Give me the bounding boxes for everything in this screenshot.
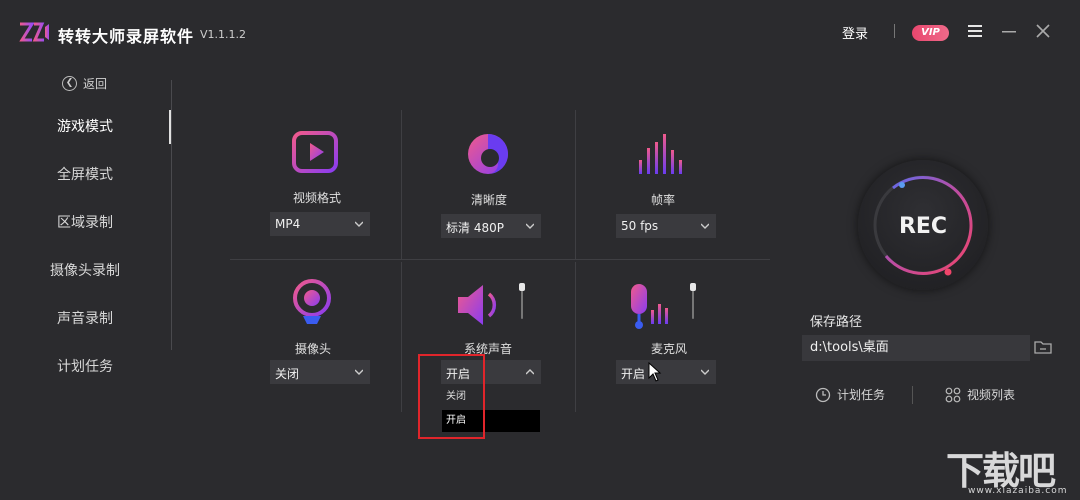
system-sound-volume-slider[interactable] bbox=[519, 283, 525, 319]
chevron-up-icon bbox=[526, 369, 534, 375]
back-button[interactable]: ❮ 返回 bbox=[62, 75, 107, 92]
grid-icon bbox=[945, 387, 961, 402]
system-sound-label: 系统声音 bbox=[463, 342, 512, 356]
clarity-select[interactable]: 标清 480P bbox=[441, 214, 541, 238]
microphone-label: 麦克风 bbox=[650, 342, 687, 356]
grid-divider bbox=[401, 110, 402, 260]
sidebar-item-area-record[interactable]: 区域录制 bbox=[0, 212, 170, 232]
watermark-url: www.xiazaiba.com bbox=[968, 486, 1068, 496]
bars-icon bbox=[639, 134, 682, 174]
save-path-field[interactable]: d:\tools\桌面 bbox=[802, 335, 1030, 361]
camera-value: 关闭 bbox=[275, 367, 300, 381]
video-format-label: 视频格式 bbox=[292, 191, 341, 205]
microphone-select[interactable]: 开启 bbox=[616, 360, 716, 384]
titlebar-divider bbox=[894, 24, 895, 38]
frame-rate-value: 50 fps bbox=[621, 219, 659, 233]
camera-select[interactable]: 关闭 bbox=[270, 360, 370, 384]
chevron-down-icon bbox=[526, 223, 534, 229]
webcam-icon bbox=[293, 279, 331, 324]
speaker-icon bbox=[458, 285, 497, 325]
video-list-label: 视频列表 bbox=[967, 388, 1016, 402]
title-bar: 转转大师录屏软件 V1.1.1.2 登录 VIP bbox=[0, 0, 1080, 64]
grid-divider bbox=[575, 262, 576, 412]
dropdown-option-on[interactable]: 开启 bbox=[442, 410, 540, 432]
microphone-icon bbox=[631, 284, 668, 329]
chevron-down-icon bbox=[355, 369, 363, 375]
microphone-volume-slider[interactable] bbox=[690, 283, 696, 319]
frame-rate-select[interactable]: 50 fps bbox=[616, 214, 716, 238]
sidebar-item-game-mode[interactable]: 游戏模式 bbox=[0, 116, 170, 136]
app-version: V1.1.1.2 bbox=[200, 28, 247, 41]
video-list-button[interactable]: 视频列表 bbox=[945, 386, 1015, 403]
grid-divider bbox=[230, 259, 770, 260]
chevron-down-icon bbox=[355, 221, 363, 227]
clarity-label: 清晰度 bbox=[470, 193, 507, 207]
sidebar-item-camera-record[interactable]: 摄像头录制 bbox=[0, 260, 170, 280]
save-path-label: 保存路径 bbox=[810, 315, 863, 330]
watermark: 下载吧 www.xiazaiba.com bbox=[946, 440, 1076, 500]
back-label: 返回 bbox=[83, 77, 108, 91]
slider-knob[interactable] bbox=[519, 283, 525, 291]
minimize-icon[interactable] bbox=[998, 20, 1020, 42]
dropdown-option-off[interactable]: 关闭 bbox=[442, 386, 540, 408]
vip-badge[interactable]: VIP bbox=[912, 25, 949, 41]
clock-icon bbox=[815, 387, 831, 402]
system-sound-value: 开启 bbox=[446, 367, 471, 381]
mouse-cursor-icon bbox=[648, 362, 662, 382]
folder-icon[interactable] bbox=[1034, 339, 1052, 355]
app-logo-icon bbox=[19, 22, 49, 42]
chevron-down-icon bbox=[701, 369, 709, 375]
video-format-value: MP4 bbox=[275, 217, 301, 231]
sidebar-divider bbox=[171, 80, 172, 350]
clarity-icon bbox=[468, 134, 508, 174]
sidebar-item-schedule[interactable]: 计划任务 bbox=[0, 356, 170, 376]
chevron-down-icon bbox=[701, 223, 709, 229]
clarity-value: 标清 480P bbox=[446, 221, 504, 235]
rec-label: REC bbox=[898, 214, 948, 239]
camera-label: 摄像头 bbox=[294, 342, 331, 356]
grid-divider bbox=[401, 262, 402, 412]
grid-divider bbox=[575, 110, 576, 260]
play-icon bbox=[292, 131, 338, 173]
schedule-label: 计划任务 bbox=[837, 388, 886, 402]
sidebar-item-audio-record[interactable]: 声音录制 bbox=[0, 308, 170, 328]
bottom-divider bbox=[912, 386, 913, 404]
microphone-value: 开启 bbox=[621, 367, 646, 381]
login-button[interactable]: 登录 bbox=[842, 23, 868, 42]
app-title: 转转大师录屏软件 bbox=[58, 27, 195, 46]
close-icon[interactable] bbox=[1032, 20, 1054, 42]
sidebar: ❮ 返回 游戏模式 全屏模式 区域录制 摄像头录制 声音录制 计划任务 bbox=[0, 64, 175, 500]
slider-knob[interactable] bbox=[690, 283, 696, 291]
rec-button[interactable]: REC bbox=[858, 160, 988, 290]
sidebar-item-fullscreen-mode[interactable]: 全屏模式 bbox=[0, 164, 170, 184]
schedule-button[interactable]: 计划任务 bbox=[815, 386, 885, 403]
system-sound-select[interactable]: 开启 bbox=[441, 360, 541, 384]
back-arrow-icon: ❮ bbox=[62, 76, 77, 91]
frame-rate-label: 帧率 bbox=[650, 193, 675, 207]
video-format-select[interactable]: MP4 bbox=[270, 212, 370, 236]
menu-icon[interactable] bbox=[964, 20, 986, 42]
